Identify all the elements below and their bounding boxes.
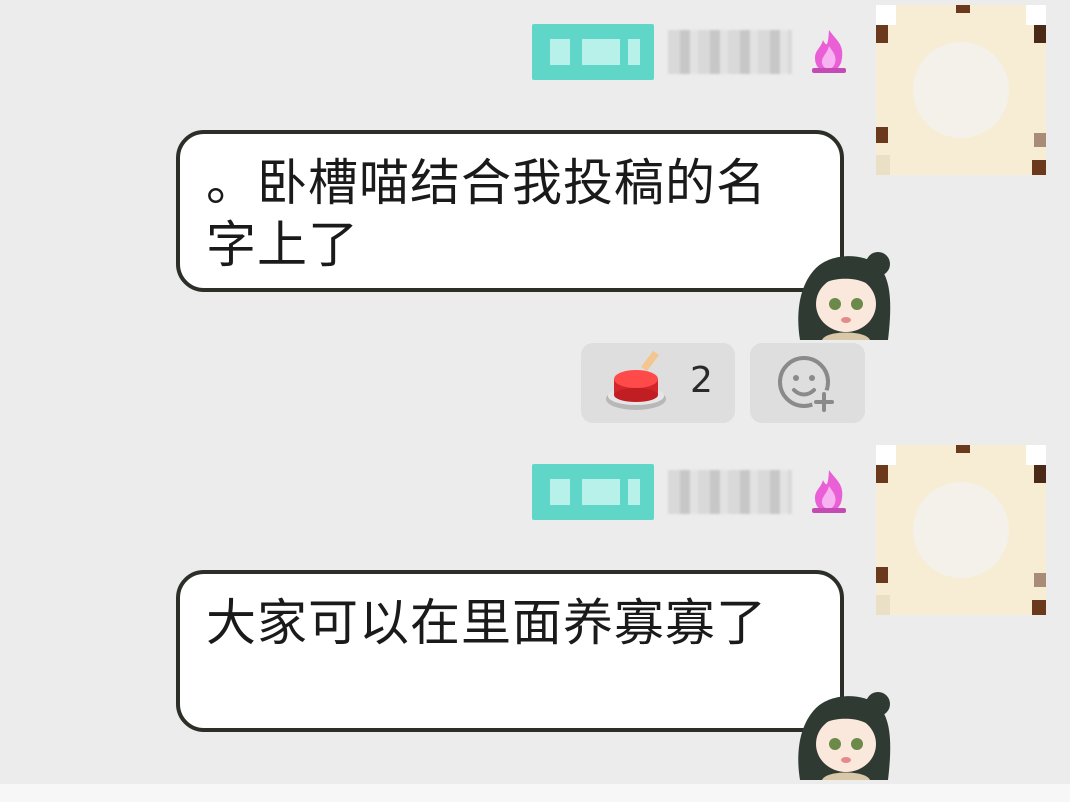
user-title-badge: [532, 24, 654, 80]
message-bubble[interactable]: 大家可以在里面养寡寡了: [176, 570, 844, 732]
message-text: 大家可以在里面养寡寡了: [206, 594, 767, 652]
sender-name: [668, 30, 792, 74]
message-bubble[interactable]: 。卧槽喵结合我投稿的名字上了: [176, 130, 844, 292]
add-emoji-icon: [778, 356, 836, 414]
reaction-count: 2: [690, 360, 713, 401]
message-text: 。卧槽喵结合我投稿的名字上了: [206, 154, 767, 274]
fire-icon: [812, 470, 846, 513]
bubble-character-sticker: [798, 692, 891, 780]
sender-name: [668, 470, 792, 514]
avatar[interactable]: [876, 5, 1046, 175]
avatar[interactable]: [876, 445, 1046, 615]
user-title-badge: [532, 464, 654, 520]
fire-icon: [812, 30, 846, 73]
screen-bottom-edge: [0, 784, 1070, 802]
chat-message: 大家可以在里面养寡寡了: [0, 440, 1070, 785]
bubble-character-sticker: [798, 252, 891, 340]
add-reaction-button[interactable]: [750, 343, 865, 423]
red-button-icon: [606, 351, 666, 410]
chat-message: 。卧槽喵结合我投稿的名字上了 2: [0, 0, 1070, 440]
